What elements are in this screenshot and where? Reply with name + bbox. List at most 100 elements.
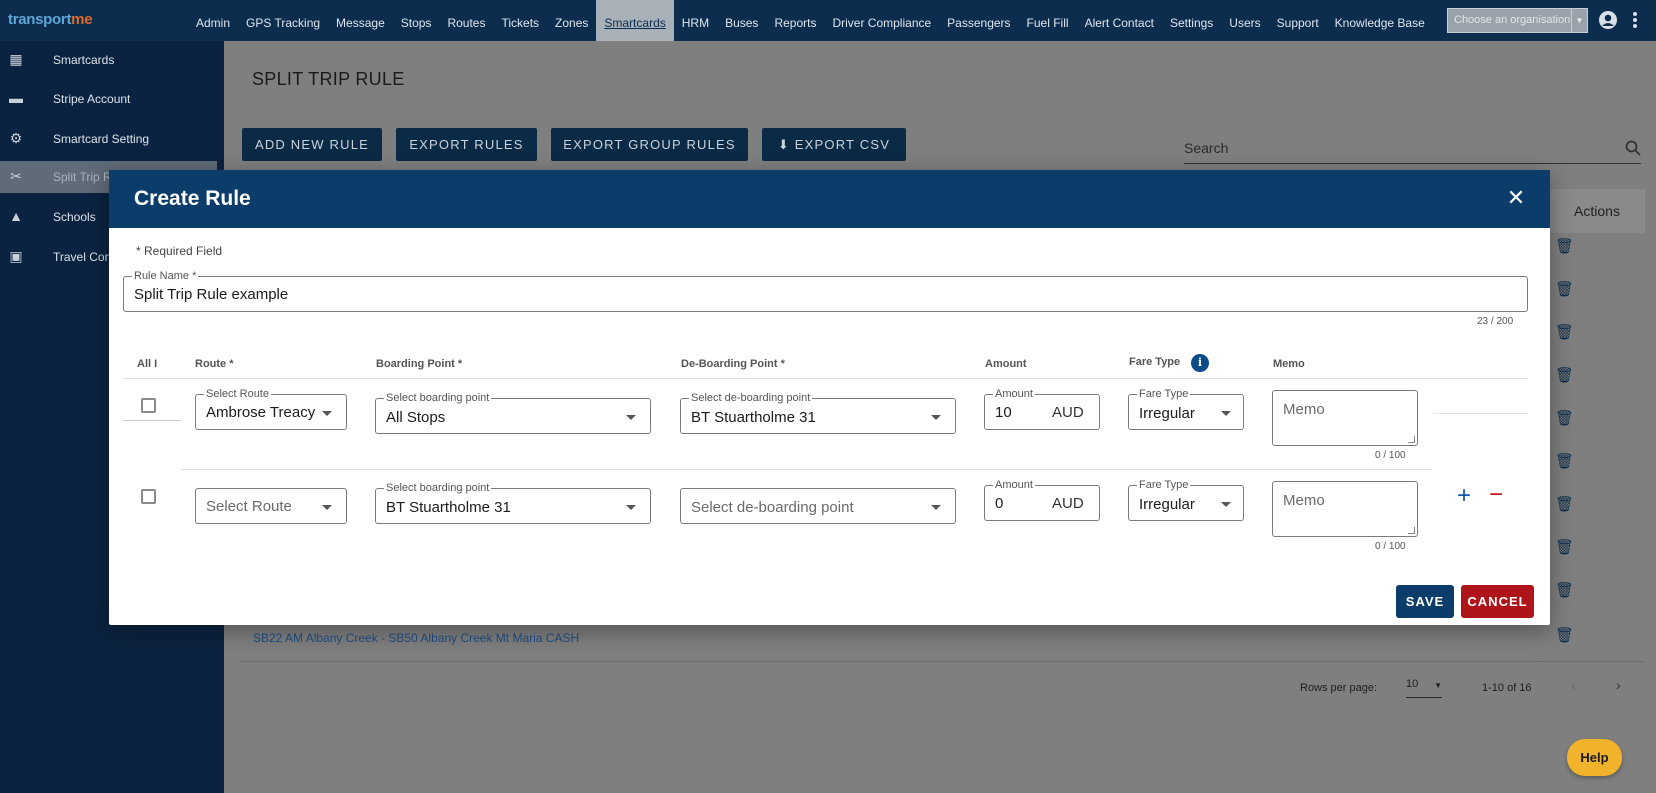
amount-input[interactable]: Amount 10 AUD [984, 387, 1100, 430]
rows-per-page-select[interactable]: 10 ▼ [1406, 678, 1442, 698]
delete-icon[interactable]: 🗑 [1555, 323, 1574, 341]
chevron-down-icon: ▼ [1434, 681, 1442, 690]
sidebar-item-smartcard-setting[interactable]: ⚙ Smartcard Setting [0, 123, 217, 155]
nav-settings[interactable]: Settings [1162, 0, 1221, 41]
route-select[interactable]: Select Route Ambrose Treacy [195, 387, 347, 430]
nav-knowledge-base[interactable]: Knowledge Base [1327, 0, 1433, 41]
chevron-down-icon [626, 505, 636, 510]
col-memo: Memo [1273, 358, 1305, 370]
chevron-down-icon [322, 411, 332, 416]
resize-handle[interactable] [1408, 436, 1415, 443]
route-select[interactable]: Select Route [195, 488, 347, 524]
delete-icon[interactable]: 🗑 [1555, 452, 1574, 470]
delete-icon[interactable]: 🗑 [1555, 495, 1574, 513]
resize-handle[interactable] [1408, 527, 1415, 534]
nav-alert-contact[interactable]: Alert Contact [1077, 0, 1162, 41]
nav-buses[interactable]: Buses [717, 0, 766, 41]
next-page-icon[interactable]: › [1616, 677, 1621, 693]
nav-passengers[interactable]: Passengers [939, 0, 1018, 41]
divider [1433, 413, 1528, 414]
cancel-button[interactable]: CANCEL [1461, 585, 1534, 618]
delete-icon[interactable]: 🗑 [1555, 366, 1574, 384]
nav-driver-compliance[interactable]: Driver Compliance [824, 0, 939, 41]
rows-per-page-label: Rows per page: [1300, 682, 1378, 694]
currency-suffix: AUD [1052, 495, 1084, 512]
nav-hrm[interactable]: HRM [674, 0, 717, 41]
deboarding-point-select[interactable]: Select de-boarding point BT Stuartholme … [680, 391, 956, 434]
sidebar-item-stripe-account[interactable]: ▬ Stripe Account [0, 83, 217, 115]
fare-type-select[interactable]: Fare Type Irregular [1128, 387, 1244, 430]
rule-name-field[interactable]: Rule Name * Split Trip Rule example [123, 269, 1528, 312]
boarding-point-select[interactable]: Select boarding point All Stops [375, 391, 651, 434]
divider [123, 420, 181, 421]
search-input[interactable]: Search [1184, 140, 1641, 164]
memo-counter: 0 / 100 [1375, 450, 1406, 461]
school-icon: ▲ [9, 208, 23, 224]
organisation-select-placeholder: Choose an organisation [1454, 14, 1571, 26]
add-row-icon[interactable]: + [1454, 484, 1474, 508]
delete-icon[interactable]: 🗑 [1555, 538, 1574, 556]
search-icon[interactable] [1625, 140, 1641, 161]
row-checkbox[interactable] [141, 398, 156, 413]
export-csv-button[interactable]: ⬇ EXPORT CSV [762, 128, 906, 161]
boarding-point-select[interactable]: Select boarding point BT Stuartholme 31 [375, 481, 651, 524]
card-icon: ▬ [9, 90, 23, 106]
chevron-down-icon [931, 505, 941, 510]
nav-smartcards[interactable]: Smartcards [596, 0, 674, 41]
chevron-down-icon [1221, 502, 1231, 507]
chevron-down-icon [626, 415, 636, 420]
delete-icon[interactable]: 🗑 [1555, 237, 1574, 255]
rule-name-link[interactable]: SB22 AM Albany Creek - SB50 Albany Creek… [253, 631, 579, 645]
fare-type-select[interactable]: Fare Type Irregular [1128, 478, 1244, 521]
nav-admin[interactable]: Admin [188, 0, 238, 41]
export-rules-button[interactable]: EXPORT RULES [396, 128, 537, 161]
create-rule-dialog: Create Rule ✕ * Required Field Rule Name… [109, 170, 1550, 625]
nav-routes[interactable]: Routes [439, 0, 493, 41]
divider [181, 469, 1432, 470]
nav-gps-tracking[interactable]: GPS Tracking [238, 0, 328, 41]
add-new-rule-button[interactable]: ADD NEW RULE [242, 128, 382, 161]
remove-row-icon[interactable]: − [1486, 483, 1506, 507]
row-checkbox[interactable] [141, 489, 156, 504]
close-icon[interactable]: ✕ [1501, 183, 1531, 213]
nav-users[interactable]: Users [1221, 0, 1268, 41]
search-placeholder: Search [1184, 140, 1229, 156]
pagination-range: 1-10 of 16 [1482, 682, 1532, 694]
nav-support[interactable]: Support [1269, 0, 1327, 41]
delete-icon[interactable]: 🗑 [1555, 581, 1574, 599]
sidebar-item-smartcards[interactable]: ▦ Smartcards [0, 44, 217, 76]
nav-tickets[interactable]: Tickets [493, 0, 547, 41]
travel-icon: ▣ [9, 248, 23, 264]
col-all: All I [137, 358, 158, 370]
nav-reports[interactable]: Reports [766, 0, 824, 41]
delete-icon[interactable]: 🗑 [1555, 626, 1574, 644]
divider [123, 378, 1528, 379]
nav-fuel-fill[interactable]: Fuel Fill [1019, 0, 1077, 41]
dialog-title: Create Rule [134, 187, 251, 210]
help-button[interactable]: Help [1567, 739, 1622, 776]
export-group-rules-button[interactable]: EXPORT GROUP RULES [551, 128, 748, 161]
brand-logo[interactable]: transportme [8, 11, 93, 28]
nav-stops[interactable]: Stops [393, 0, 440, 41]
delete-icon[interactable]: 🗑 [1555, 409, 1574, 427]
prev-page-icon[interactable]: ‹ [1571, 677, 1576, 693]
nav-message[interactable]: Message [328, 0, 393, 41]
delete-icon[interactable]: 🗑 [1555, 280, 1574, 298]
divider [239, 661, 1644, 662]
memo-textarea[interactable]: Memo [1272, 390, 1418, 446]
deboarding-point-select[interactable]: Select de-boarding point [680, 488, 956, 524]
memo-textarea[interactable]: Memo [1272, 481, 1418, 537]
nav-zones[interactable]: Zones [547, 0, 596, 41]
account-icon[interactable] [1598, 10, 1618, 35]
info-icon[interactable]: i [1191, 354, 1209, 372]
amount-input[interactable]: Amount 0 AUD [984, 478, 1100, 521]
organisation-select[interactable]: Choose an organisation ▼ [1447, 8, 1588, 33]
more-vertical-icon[interactable] [1632, 10, 1638, 35]
actions-column-header: Actions [1549, 189, 1645, 233]
rule-name-label: Rule Name * [132, 269, 199, 283]
col-deboarding-point: De-Boarding Point * [681, 358, 785, 370]
save-button[interactable]: SAVE [1396, 585, 1454, 618]
download-icon: ⬇ [777, 137, 790, 152]
required-field-note: * Required Field [136, 244, 223, 258]
chevron-down-icon [322, 505, 332, 510]
